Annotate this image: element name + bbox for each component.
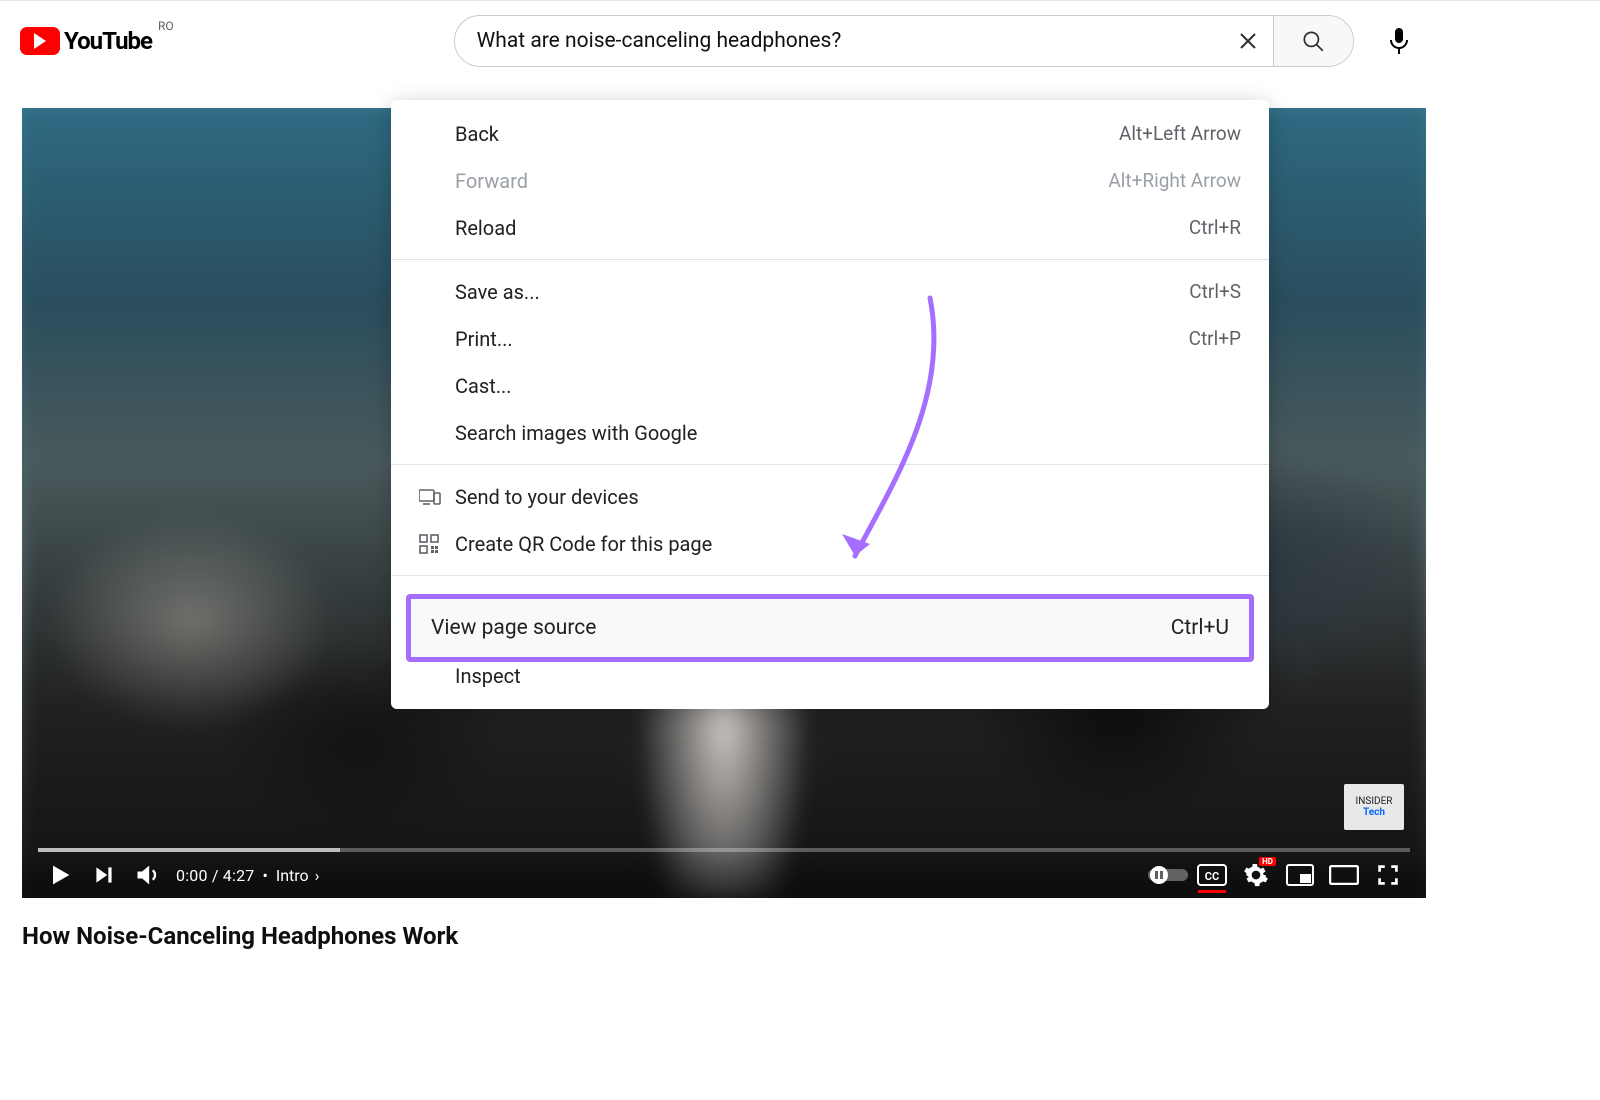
- theater-icon: [1329, 865, 1359, 885]
- menu-item-label: Cast...: [455, 374, 1241, 398]
- logo-area[interactable]: YouTube RO: [20, 27, 174, 55]
- video-title: How Noise-Canceling Headphones Work: [22, 922, 1578, 950]
- menu-item-shortcut: Ctrl+P: [1189, 327, 1241, 350]
- youtube-play-icon: [20, 27, 60, 55]
- chapter-name[interactable]: Intro: [276, 866, 309, 885]
- mute-button[interactable]: [126, 853, 170, 897]
- menu-item-send-to-your-devices[interactable]: Send to your devices: [391, 473, 1269, 520]
- chevron-right-icon[interactable]: ›: [315, 866, 320, 885]
- chapter-separator: •: [262, 866, 267, 885]
- cc-icon: CC: [1197, 864, 1227, 886]
- microphone-icon: [1388, 27, 1410, 55]
- menu-item-search-images-with-google[interactable]: Search images with Google: [391, 409, 1269, 456]
- play-button[interactable]: [38, 853, 82, 897]
- fullscreen-button[interactable]: [1366, 853, 1410, 897]
- youtube-wordmark: YouTube: [64, 27, 152, 55]
- voice-search-button[interactable]: [1374, 16, 1424, 66]
- settings-button[interactable]: HD: [1234, 853, 1278, 897]
- menu-item-label: Reload: [455, 216, 1189, 240]
- region-code: RO: [158, 19, 174, 33]
- menu-item-label: Create QR Code for this page: [455, 532, 1241, 556]
- menu-item-forward: ForwardAlt+Right Arrow: [391, 157, 1269, 204]
- menu-item-reload[interactable]: ReloadCtrl+R: [391, 204, 1269, 251]
- autoplay-toggle-icon: [1148, 865, 1188, 885]
- player-controls: 0:00 / 4:27 • Intro › CC HD: [22, 852, 1426, 898]
- hd-badge: HD: [1259, 857, 1276, 866]
- menu-item-label: Save as...: [455, 280, 1189, 304]
- watermark-line1: INSIDER: [1356, 796, 1393, 807]
- menu-item-label: Forward: [455, 169, 1108, 193]
- menu-item-back[interactable]: BackAlt+Left Arrow: [391, 110, 1269, 157]
- menu-separator: [391, 259, 1269, 260]
- menu-separator: [391, 575, 1269, 576]
- miniplayer-button[interactable]: [1278, 853, 1322, 897]
- menu-item-cast[interactable]: Cast...: [391, 362, 1269, 409]
- menu-item-label: Inspect: [455, 664, 1241, 688]
- menu-item-icon: [419, 534, 455, 554]
- fullscreen-icon: [1375, 862, 1401, 888]
- miniplayer-icon: [1286, 864, 1314, 886]
- menu-separator: [391, 464, 1269, 465]
- time-display: 0:00 / 4:27: [176, 866, 254, 885]
- menu-item-shortcut: Ctrl+S: [1189, 280, 1241, 303]
- clear-search-button[interactable]: [1223, 29, 1273, 53]
- play-icon: [46, 861, 74, 889]
- search-icon: [1300, 28, 1326, 54]
- search-box: [454, 15, 1354, 67]
- menu-item-label: Print...: [455, 327, 1189, 351]
- search-button[interactable]: [1273, 16, 1353, 66]
- menu-item-save-as[interactable]: Save as...Ctrl+S: [391, 268, 1269, 315]
- watermark-line2: Tech: [1363, 807, 1385, 818]
- menu-item-label: Search images with Google: [455, 421, 1241, 445]
- menu-item-view-page-source[interactable]: [391, 584, 1269, 652]
- channel-watermark[interactable]: INSIDER Tech: [1344, 784, 1404, 830]
- menu-item-icon: [419, 488, 455, 506]
- menu-item-print[interactable]: Print...Ctrl+P: [391, 315, 1269, 362]
- autoplay-toggle[interactable]: [1146, 853, 1190, 897]
- menu-item-shortcut: Alt+Right Arrow: [1108, 169, 1241, 192]
- time-current: 0:00: [176, 866, 208, 885]
- menu-item-inspect[interactable]: Inspect: [391, 652, 1269, 699]
- close-icon: [1236, 29, 1260, 53]
- context-menu: BackAlt+Left ArrowForwardAlt+Right Arrow…: [391, 100, 1269, 709]
- search-input[interactable]: [455, 29, 1223, 53]
- next-icon: [91, 862, 117, 888]
- volume-icon: [134, 861, 162, 889]
- time-total: 4:27: [223, 866, 255, 885]
- next-button[interactable]: [82, 853, 126, 897]
- menu-item-shortcut: Alt+Left Arrow: [1119, 122, 1241, 145]
- menu-item-label: Back: [455, 122, 1119, 146]
- menu-item-label: Send to your devices: [455, 485, 1241, 509]
- svg-text:CC: CC: [1205, 870, 1219, 883]
- menu-item-shortcut: Ctrl+R: [1189, 216, 1241, 239]
- header: YouTube RO: [0, 0, 1600, 80]
- subtitles-button[interactable]: CC: [1190, 853, 1234, 897]
- theater-mode-button[interactable]: [1322, 853, 1366, 897]
- menu-item-create-qr-code-for-this-page[interactable]: Create QR Code for this page: [391, 520, 1269, 567]
